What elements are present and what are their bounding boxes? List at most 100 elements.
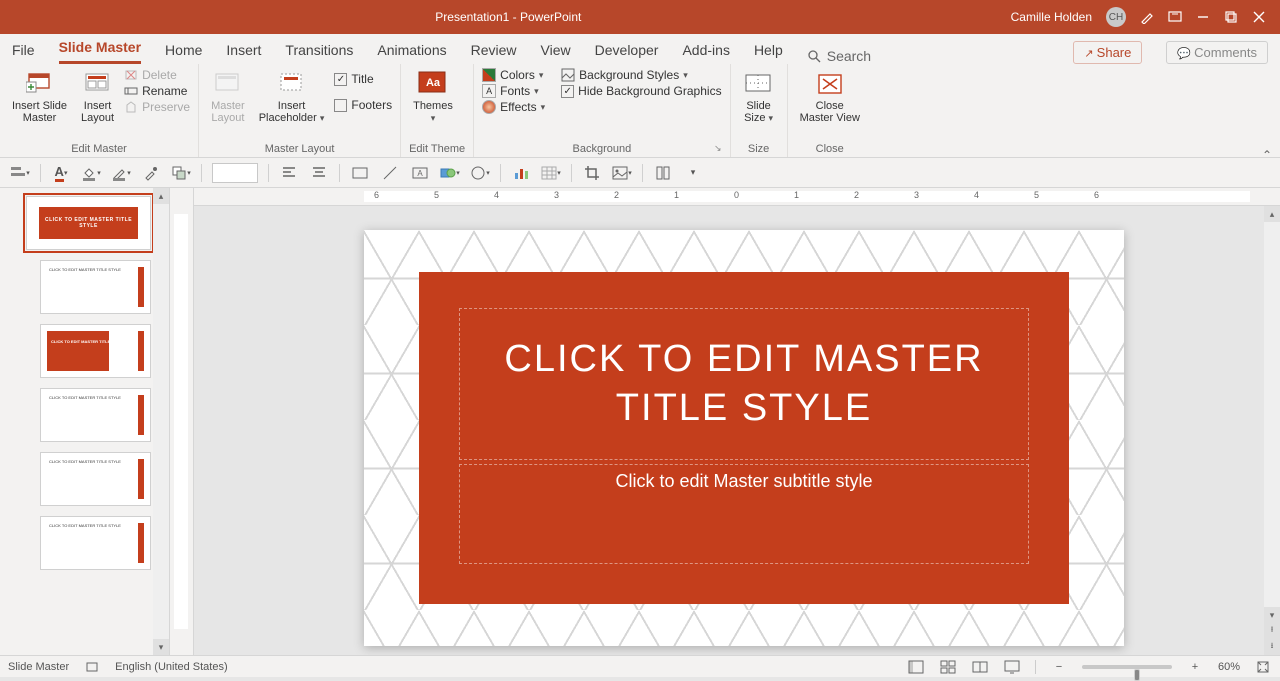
- title-bar: Presentation1 - PowerPoint Camille Holde…: [0, 0, 1280, 34]
- thumb-scrollbar[interactable]: ▴ ▾: [153, 188, 169, 655]
- group-close: Close Master View Close: [788, 64, 872, 157]
- font-color-icon[interactable]: A▾: [51, 163, 71, 183]
- canvas-scrollbar[interactable]: ▴ ▾ ⭱ ⭳: [1264, 206, 1280, 655]
- slide-sorter-icon[interactable]: [939, 659, 957, 675]
- next-slide-icon[interactable]: ⭳: [1264, 639, 1280, 655]
- tab-view[interactable]: View: [541, 36, 571, 64]
- chart-icon[interactable]: [511, 163, 531, 183]
- picture-icon[interactable]: ▾: [612, 163, 632, 183]
- align-objects-icon[interactable]: ▾: [10, 163, 30, 183]
- search-button[interactable]: Search: [807, 48, 871, 64]
- insert-slide-master-button[interactable]: Insert Slide Master: [8, 68, 71, 126]
- slide-size-button[interactable]: Slide Size ▾: [739, 68, 779, 126]
- hide-bg-checkbox[interactable]: ✓Hide Background Graphics: [561, 84, 721, 98]
- background-dialog-launcher[interactable]: ↘: [714, 143, 722, 154]
- vertical-ruler: 3 2 1 0 1 2 3: [170, 188, 194, 655]
- canvas-scroll-up-icon[interactable]: ▴: [1264, 206, 1280, 222]
- share-label: Share: [1097, 45, 1132, 60]
- workspace: CLICK TO EDIT MASTER TITLE STYLE CLICK T…: [0, 188, 1280, 655]
- language-label[interactable]: English (United States): [115, 661, 228, 673]
- minimize-icon[interactable]: [1196, 10, 1210, 24]
- prev-slide-icon[interactable]: ⭱: [1264, 623, 1280, 639]
- tab-home[interactable]: Home: [165, 36, 202, 64]
- status-bar: Slide Master English (United States) − +…: [0, 655, 1280, 677]
- fonts-dropdown[interactable]: AFonts▾: [482, 84, 545, 98]
- footers-checkbox[interactable]: Footers: [334, 98, 392, 112]
- tab-insert[interactable]: Insert: [226, 36, 261, 64]
- zoom-in-icon[interactable]: +: [1186, 659, 1204, 675]
- title-checkbox[interactable]: ✓Title: [334, 72, 392, 86]
- rectangle-shape-icon[interactable]: [350, 163, 370, 183]
- group-size: Slide Size ▾ Size: [731, 64, 788, 157]
- line-shape-icon[interactable]: [380, 163, 400, 183]
- tab-slide-master[interactable]: Slide Master: [59, 33, 141, 64]
- table-icon[interactable]: ▾: [541, 163, 561, 183]
- collapse-ribbon-icon[interactable]: ⌃: [1262, 148, 1272, 162]
- group-edit-master: Insert Slide Master Insert Layout Delete…: [0, 64, 199, 157]
- close-master-view-button[interactable]: Close Master View: [796, 68, 864, 126]
- thumbnail-pane: CLICK TO EDIT MASTER TITLE STYLE CLICK T…: [0, 188, 170, 655]
- line-weight-combo[interactable]: [212, 163, 258, 183]
- zoom-slider[interactable]: [1082, 665, 1172, 669]
- colors-icon: [482, 68, 496, 82]
- thumbnail-master[interactable]: CLICK TO EDIT MASTER TITLE STYLE: [26, 196, 151, 250]
- more-tools-icon[interactable]: ▾: [683, 163, 703, 183]
- fill-color-icon[interactable]: ▾: [81, 163, 101, 183]
- tab-transitions[interactable]: Transitions: [285, 36, 353, 64]
- outline-color-icon[interactable]: ▾: [111, 163, 131, 183]
- rename-button[interactable]: Rename: [124, 84, 190, 98]
- fonts-icon: A: [482, 84, 496, 98]
- colors-dropdown[interactable]: Colors▾: [482, 68, 545, 82]
- master-subtitle-placeholder[interactable]: Click to edit Master subtitle style: [459, 464, 1029, 564]
- zoom-out-icon[interactable]: −: [1050, 659, 1068, 675]
- effects-dropdown[interactable]: Effects▾: [482, 100, 545, 114]
- canvas-scroll-down-icon[interactable]: ▾: [1264, 607, 1280, 623]
- tab-developer[interactable]: Developer: [595, 36, 659, 64]
- master-title-placeholder[interactable]: Click to edit Master title style: [459, 308, 1029, 460]
- zoom-value[interactable]: 60%: [1218, 661, 1240, 673]
- display-options-icon[interactable]: [1168, 10, 1182, 24]
- arrange-icon[interactable]: ▾: [171, 163, 191, 183]
- tab-animations[interactable]: Animations: [377, 36, 446, 64]
- thumbnail-layout-4[interactable]: CLICK TO EDIT MASTER TITLE STYLE: [40, 452, 151, 506]
- slide-master[interactable]: Click to edit Master title style Click t…: [364, 230, 1124, 646]
- thumbnail-layout-1[interactable]: CLICK TO EDIT MASTER TITLE STYLE: [40, 260, 151, 314]
- maximize-icon[interactable]: [1224, 10, 1238, 24]
- accessibility-icon[interactable]: [83, 659, 101, 675]
- tab-file[interactable]: File: [12, 36, 35, 64]
- crop-icon[interactable]: [582, 163, 602, 183]
- insert-placeholder-button[interactable]: Insert Placeholder ▾: [255, 68, 329, 126]
- tab-help[interactable]: Help: [754, 36, 783, 64]
- align-center-icon[interactable]: [309, 163, 329, 183]
- textbox-icon[interactable]: A: [410, 163, 430, 183]
- scroll-up-icon[interactable]: ▴: [153, 188, 169, 204]
- scroll-down-icon[interactable]: ▾: [153, 639, 169, 655]
- pen-icon[interactable]: [1140, 10, 1154, 24]
- thumbnail-layout-2[interactable]: CLICK TO EDIT MASTER TITLE STYLE: [40, 324, 151, 378]
- quick-toolbar: ▾ A▾ ▾ ▾ ▾ A ▾ ▾ ▾ ▾ ▾: [0, 158, 1280, 188]
- thumbnail-layout-5[interactable]: CLICK TO EDIT MASTER TITLE STYLE: [40, 516, 151, 570]
- user-avatar[interactable]: CH: [1106, 7, 1126, 27]
- tab-review[interactable]: Review: [471, 36, 517, 64]
- align-left-icon[interactable]: [279, 163, 299, 183]
- selection-pane-icon[interactable]: [653, 163, 673, 183]
- tab-addins[interactable]: Add-ins: [682, 36, 729, 64]
- slideshow-icon[interactable]: [1003, 659, 1021, 675]
- shapes-icon[interactable]: ▾: [440, 163, 460, 183]
- insert-layout-button[interactable]: Insert Layout: [77, 68, 118, 126]
- themes-button[interactable]: Aa Themes▾: [409, 68, 457, 126]
- preserve-icon: [124, 100, 138, 114]
- eyedropper-icon[interactable]: [141, 163, 161, 183]
- share-button[interactable]: ↗ Share: [1073, 41, 1142, 64]
- thumbnail-layout-3[interactable]: CLICK TO EDIT MASTER TITLE STYLE: [40, 388, 151, 442]
- slide-canvas[interactable]: Click to edit Master title style Click t…: [194, 206, 1280, 655]
- reading-view-icon[interactable]: [971, 659, 989, 675]
- comments-button[interactable]: 💬 Comments: [1166, 41, 1268, 64]
- bg-styles-icon: [561, 68, 575, 82]
- master-layout-button: Master Layout: [207, 68, 249, 126]
- fit-window-icon[interactable]: [1254, 659, 1272, 675]
- normal-view-icon[interactable]: [907, 659, 925, 675]
- oval-shape-icon[interactable]: ▾: [470, 163, 490, 183]
- close-icon[interactable]: [1252, 10, 1266, 24]
- bg-styles-dropdown[interactable]: Background Styles▾: [561, 68, 721, 82]
